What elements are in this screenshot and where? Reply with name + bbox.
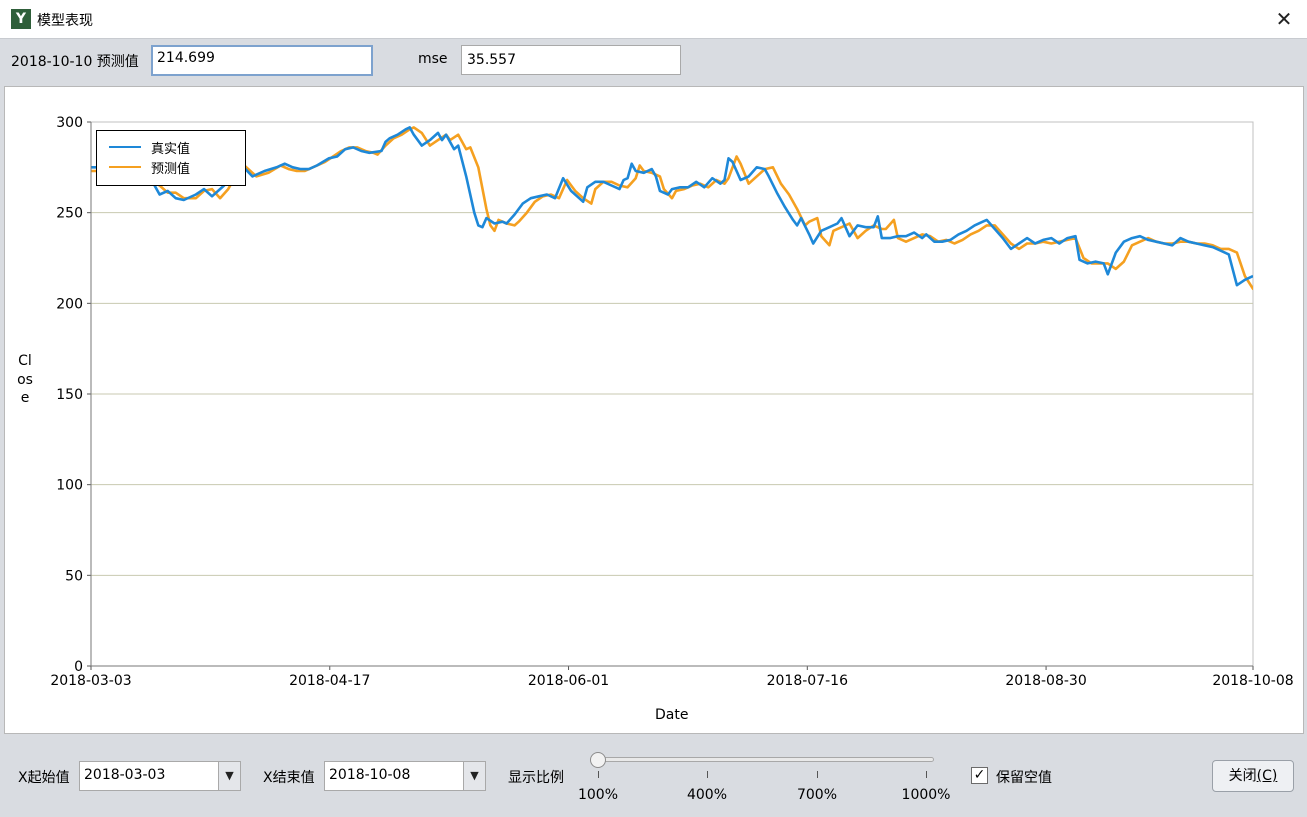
close-window-icon[interactable]: ✕: [1269, 4, 1299, 34]
title-bar: Y 模型表现 ✕: [0, 0, 1307, 38]
dropdown-arrow-icon[interactable]: ▼: [463, 762, 485, 790]
scale-tick: [598, 771, 599, 778]
legend-item-actual: 真实值: [109, 138, 191, 157]
x-start-combobox[interactable]: 2018-03-03 ▼: [79, 761, 241, 791]
x-axis-title: Date: [655, 707, 689, 723]
y-axis-title: Close: [17, 353, 33, 406]
chart-legend: 真实值 预测值: [96, 130, 246, 186]
x-start-value: 2018-03-03: [84, 767, 166, 783]
x-end-value: 2018-10-08: [329, 767, 411, 783]
scale-slider-thumb[interactable]: [590, 752, 606, 768]
scale-tick-label: 100%: [577, 787, 619, 803]
scale-tick: [817, 771, 818, 778]
scale-label: 显示比例: [508, 770, 564, 786]
close-button-mnemonic: (C): [1256, 768, 1278, 784]
keep-null-checkbox[interactable]: ✓: [971, 767, 988, 784]
close-button[interactable]: 关闭(C): [1212, 760, 1294, 792]
scale-tick: [926, 771, 927, 778]
legend-swatch-predicted: [109, 166, 141, 168]
legend-label-actual: 真实值: [151, 141, 191, 157]
legend-item-predicted: 预测值: [109, 158, 191, 177]
scale-slider-track[interactable]: [598, 757, 934, 762]
close-button-label: 关闭: [1228, 768, 1257, 784]
x-end-label: X结束值: [263, 770, 315, 786]
mse-value-field[interactable]: 35.557: [461, 45, 681, 75]
dropdown-arrow-icon[interactable]: ▼: [218, 762, 240, 790]
scale-tick-label: 700%: [796, 787, 838, 803]
mse-label: mse: [418, 51, 448, 67]
scale-tick: [707, 771, 708, 778]
prediction-value-field[interactable]: 214.699: [151, 45, 373, 76]
prediction-label: 2018-10-10 预测值: [11, 54, 139, 70]
keep-null-label: 保留空值: [996, 770, 1052, 786]
legend-swatch-actual: [109, 146, 141, 148]
scale-tick-label: 1000%: [901, 787, 951, 803]
app-icon: Y: [11, 9, 31, 29]
checkmark-icon: ✓: [973, 767, 986, 783]
legend-label-predicted: 预测值: [151, 161, 191, 177]
window-title: 模型表现: [37, 13, 93, 29]
x-start-label: X起始值: [18, 770, 70, 786]
x-end-combobox[interactable]: 2018-10-08 ▼: [324, 761, 486, 791]
scale-tick-label: 400%: [686, 787, 728, 803]
